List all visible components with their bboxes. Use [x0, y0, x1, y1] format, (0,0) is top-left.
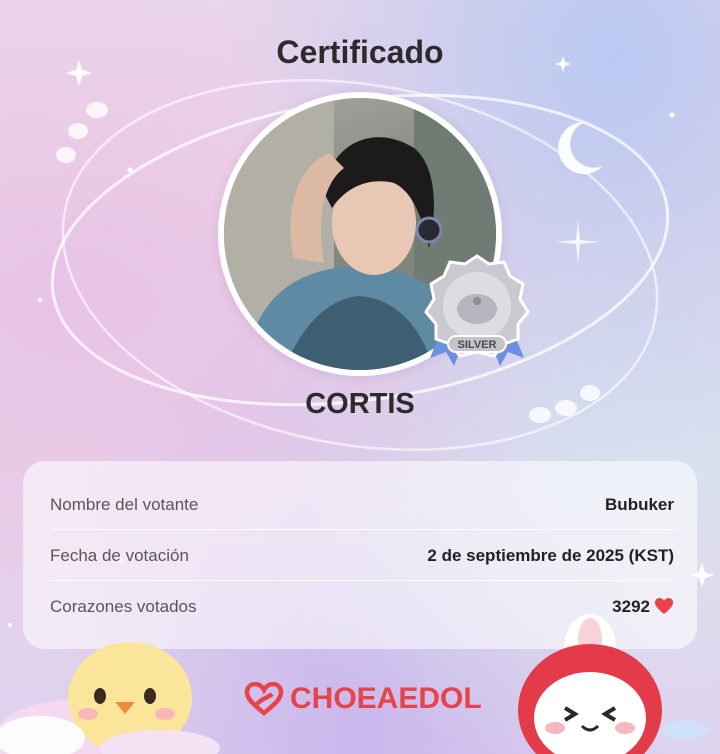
voter-name-value: Bubuker — [605, 494, 674, 514]
vote-date-label: Fecha de votación — [50, 545, 189, 565]
svg-text:SILVER: SILVER — [458, 339, 497, 351]
brand-heart-logo-icon — [244, 682, 284, 716]
brand-logo: CHOEAEDOL — [244, 681, 482, 717]
vote-date-row: Fecha de votación 2 de septiembre de 202… — [50, 530, 674, 581]
hearts-voted-label: Corazones votados — [50, 596, 197, 616]
brand-name: CHOEAEDOL — [290, 682, 482, 715]
moon-icon — [558, 121, 603, 174]
idol-name: CORTIS — [305, 388, 415, 420]
bunny-character-icon — [518, 614, 710, 754]
voter-name-label: Nombre del votante — [50, 494, 199, 514]
page-title: Certificado — [276, 34, 444, 70]
vote-date-value: 2 de septiembre de 2025 (KST) — [427, 545, 674, 565]
voter-name-row: Nombre del votante Bubuker — [50, 479, 674, 530]
chick-character-icon — [0, 642, 220, 754]
silver-badge-icon: SILVER — [424, 254, 530, 366]
